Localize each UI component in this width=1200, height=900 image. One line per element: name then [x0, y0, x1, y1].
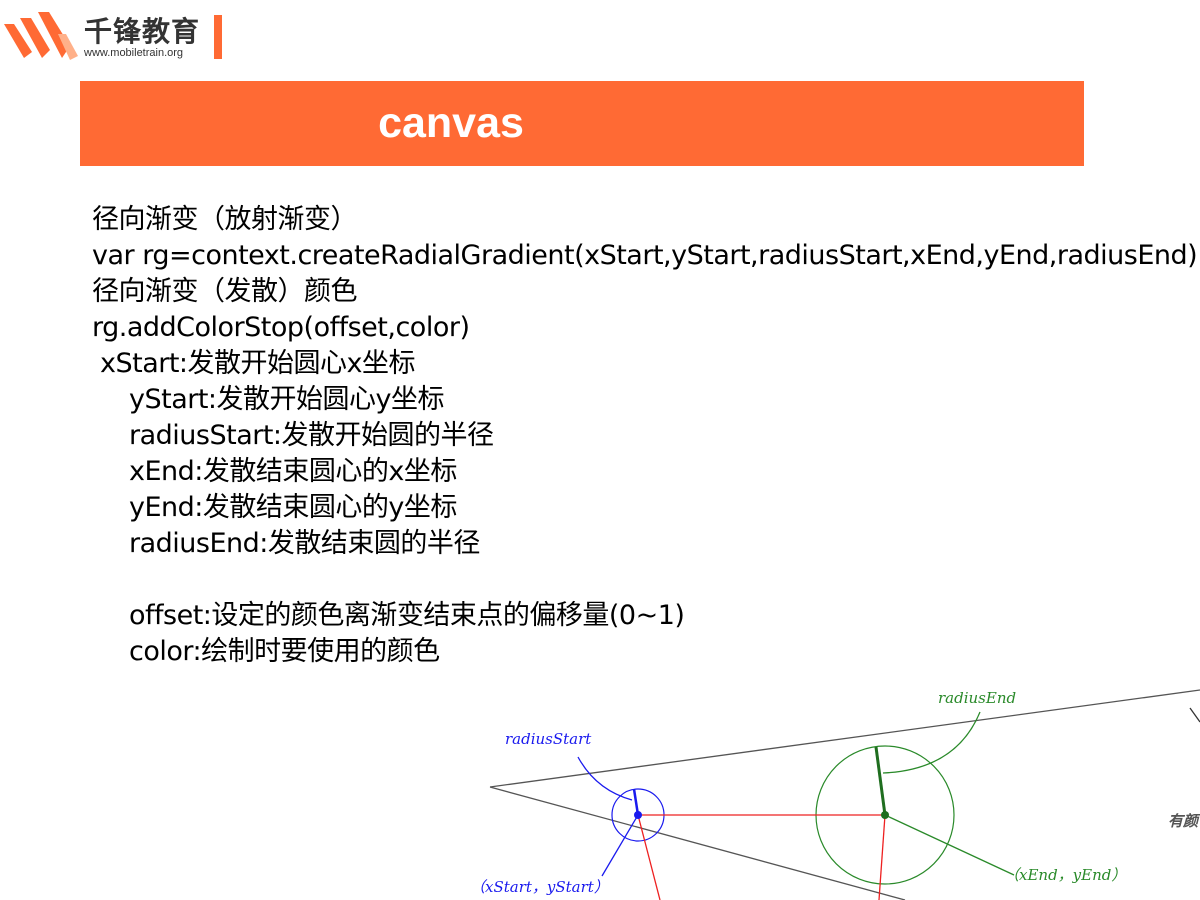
cone-upper-line	[489, 689, 1200, 788]
slide: 千锋教育 www.mobiletrain.org canvas 径向渐变（放射渐…	[0, 0, 1200, 900]
end-point-leader	[884, 814, 1015, 876]
label-cutoff: 有颜	[1168, 812, 1200, 830]
end-radius-line	[874, 746, 887, 816]
label-radius-end: radiusEnd	[938, 689, 1016, 707]
label-start-point: （xStart，yStart）	[470, 878, 609, 896]
red-lower-line-left	[637, 814, 661, 900]
end-center-dot	[881, 811, 889, 819]
start-point-leader	[601, 814, 639, 877]
label-end-point: （xEnd，yEnd）	[1004, 866, 1126, 884]
radial-gradient-diagram: radiusStart radiusEnd （xStart，yStart） （x…	[470, 689, 1200, 900]
red-lower-line-right	[878, 814, 886, 900]
label-radius-start: radiusStart	[505, 730, 592, 748]
cutoff-stroke	[1189, 707, 1200, 723]
start-center-dot	[634, 811, 642, 819]
